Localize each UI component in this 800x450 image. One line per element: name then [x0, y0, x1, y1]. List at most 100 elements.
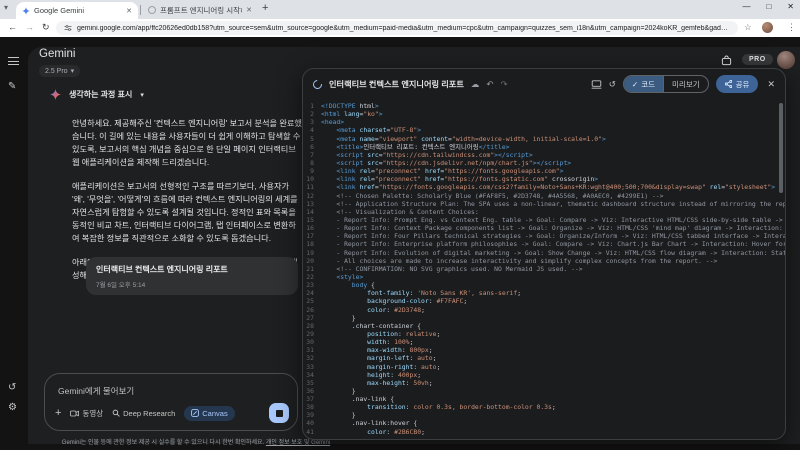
bookmark-star-icon[interactable]: ☆	[744, 22, 752, 33]
line-number: 10	[303, 175, 321, 183]
privacy-link[interactable]: 개인 정보 보호 및 Gemini	[266, 440, 330, 446]
line-number: 18	[303, 240, 321, 248]
chip-label: 동영상	[82, 408, 103, 419]
new-tab-button[interactable]: +	[262, 2, 268, 14]
reload-icon[interactable]: ↻	[42, 22, 50, 33]
line-number: 16	[303, 224, 321, 232]
line-number: 30	[303, 338, 321, 346]
site-settings-icon[interactable]	[64, 24, 72, 32]
code-line: 3<head>	[303, 118, 785, 126]
code-line: 27 }	[303, 314, 785, 322]
line-number: 39	[303, 411, 321, 419]
tab-close-icon[interactable]: ✕	[246, 6, 252, 14]
line-number: 22	[303, 273, 321, 281]
line-number: 19	[303, 249, 321, 257]
code-line: 16 - Report Info: Context Package compon…	[303, 224, 785, 232]
code-area[interactable]: 1<!DOCTYPE html>2<html lang="ko">3<head>…	[303, 100, 785, 439]
thinking-label: 생각하는 과정 표시	[69, 89, 132, 100]
line-number: 4	[303, 126, 321, 134]
line-number: 28	[303, 322, 321, 330]
code-line: 34 height: 400px;	[303, 371, 785, 379]
chevron-down-icon: ▾	[71, 67, 75, 75]
back-icon[interactable]: ←	[8, 22, 17, 32]
code-line: 6 <title>인터랙티브 리포트: 컨텍스트 엔지니어링</title>	[303, 143, 785, 151]
line-number: 35	[303, 379, 321, 387]
menu-icon[interactable]	[8, 57, 19, 68]
tab-preview-label: 미리보기	[672, 79, 700, 90]
add-attachment-button[interactable]: +	[55, 407, 61, 419]
user-avatar[interactable]	[777, 51, 795, 69]
browser-tab-strip: ▾ Google Gemini ✕ 프롬프트 엔지니어링 시작하기 ✕ + — …	[0, 0, 800, 19]
line-number: 6	[303, 143, 321, 151]
redo-icon[interactable]: ↷	[501, 79, 508, 90]
code-line: 5 <meta name="viewport" content="width=d…	[303, 135, 785, 143]
search-icon	[112, 409, 120, 417]
canvas-chip[interactable]: Canvas	[184, 406, 234, 421]
gemini-logo: Gemini	[39, 48, 75, 60]
share-label: 공유	[736, 79, 750, 90]
chevron-down-icon: ▾	[140, 91, 144, 99]
line-number: 32	[303, 354, 321, 362]
url-text: gemini.google.com/app/ffc20626ed0db158?u…	[77, 25, 730, 32]
artifact-timestamp: 7월 6일 오후 5:14	[96, 279, 288, 289]
model-selector[interactable]: 2.5 Pro ▾	[39, 65, 80, 77]
share-button[interactable]: 공유	[716, 75, 759, 93]
gemini-app: ✎ ↺ ⚙ Gemini 2.5 Pro ▾ PRO 생각하는 과정 표시 ▾ …	[0, 37, 800, 450]
browser-profile-avatar[interactable]	[762, 22, 773, 33]
stop-generating-button[interactable]	[269, 403, 289, 423]
line-number: 1	[303, 102, 321, 110]
code-line: 30 width: 100%;	[303, 338, 785, 346]
line-number: 36	[303, 387, 321, 395]
loading-spinner-icon	[311, 78, 324, 91]
window-maximize-button[interactable]: □	[766, 2, 771, 11]
code-line: 10 <link rel="preconnect" href="https://…	[303, 175, 785, 183]
url-field[interactable]: gemini.google.com/app/ffc20626ed0db158?u…	[56, 21, 738, 35]
browser-menu-icon[interactable]: ⋮	[787, 22, 796, 33]
settings-icon[interactable]: ⚙	[8, 402, 17, 413]
input-toolbar: + 동영상 Deep Research Canvas	[55, 403, 289, 423]
new-chat-icon[interactable]: ✎	[8, 81, 16, 92]
forward-icon[interactable]: →	[25, 22, 34, 32]
cloud-upload-icon[interactable]: ☁	[471, 79, 480, 90]
code-line: 37 .nav-link {	[303, 395, 785, 403]
briefcase-icon[interactable]	[721, 55, 732, 66]
line-number: 2	[303, 110, 321, 118]
desktop-icon[interactable]	[591, 80, 602, 89]
history-icon[interactable]: ↺	[8, 382, 16, 393]
tab-search-chevron-icon[interactable]: ▾	[4, 3, 8, 12]
line-number: 14	[303, 208, 321, 216]
undo-icon[interactable]: ↶	[486, 79, 493, 90]
canvas-icon	[191, 409, 199, 417]
line-number: 29	[303, 330, 321, 338]
code-scrollbar[interactable]	[779, 103, 783, 193]
line-number: 24	[303, 289, 321, 297]
line-number: 11	[303, 183, 321, 191]
tab-title: 프롬프트 엔지니어링 시작하기	[160, 5, 242, 16]
deep-research-chip[interactable]: Deep Research	[112, 409, 175, 418]
line-number: 40	[303, 419, 321, 427]
browser-url-bar: ← → ↻ gemini.google.com/app/ffc20626ed0d…	[0, 19, 800, 37]
model-label: 2.5 Pro	[45, 68, 68, 75]
tab-preview[interactable]: 미리보기	[663, 76, 708, 92]
version-history-icon[interactable]: ↺	[609, 79, 616, 90]
browser-tab-inactive[interactable]: 프롬프트 엔지니어링 시작하기 ✕	[144, 3, 256, 17]
message-paragraph: 애플리케이션은 보고서의 선형적인 구조를 따르기보다, 사용자가 '왜', '…	[72, 180, 302, 245]
close-icon[interactable]: ✕	[767, 79, 775, 90]
check-icon: ✓	[632, 80, 638, 89]
code-line: 31 max-width: 800px;	[303, 346, 785, 354]
tab-code[interactable]: ✓ 코드	[624, 76, 663, 92]
line-number: 38	[303, 403, 321, 411]
tab-close-icon[interactable]: ✕	[126, 7, 132, 15]
window-close-button[interactable]: ✕	[787, 2, 794, 11]
tab-code-label: 코드	[641, 79, 655, 90]
thinking-toggle[interactable]: 생각하는 과정 표시 ▾	[50, 89, 144, 100]
prompt-input[interactable]: Gemini에게 물어보기 + 동영상 Deep Research Canvas	[44, 373, 298, 431]
canvas-header: 인터랙티브 컨텍스트 엔지니어링 리포트 ☁ ↶ ↷ ↺ ✓ 코드 미리보기	[303, 69, 785, 99]
artifact-card[interactable]: 인터랙티브 컨텍스트 엔지니어링 리포트 7월 6일 오후 5:14	[86, 257, 298, 295]
line-number: 34	[303, 371, 321, 379]
video-chip[interactable]: 동영상	[70, 408, 103, 419]
browser-tab-active[interactable]: Google Gemini ✕	[16, 2, 138, 19]
window-minimize-button[interactable]: —	[742, 2, 750, 11]
code-line: 23 body {	[303, 281, 785, 289]
code-line: 21 <!-- CONFIRMATION: NO SVG graphics us…	[303, 265, 785, 273]
